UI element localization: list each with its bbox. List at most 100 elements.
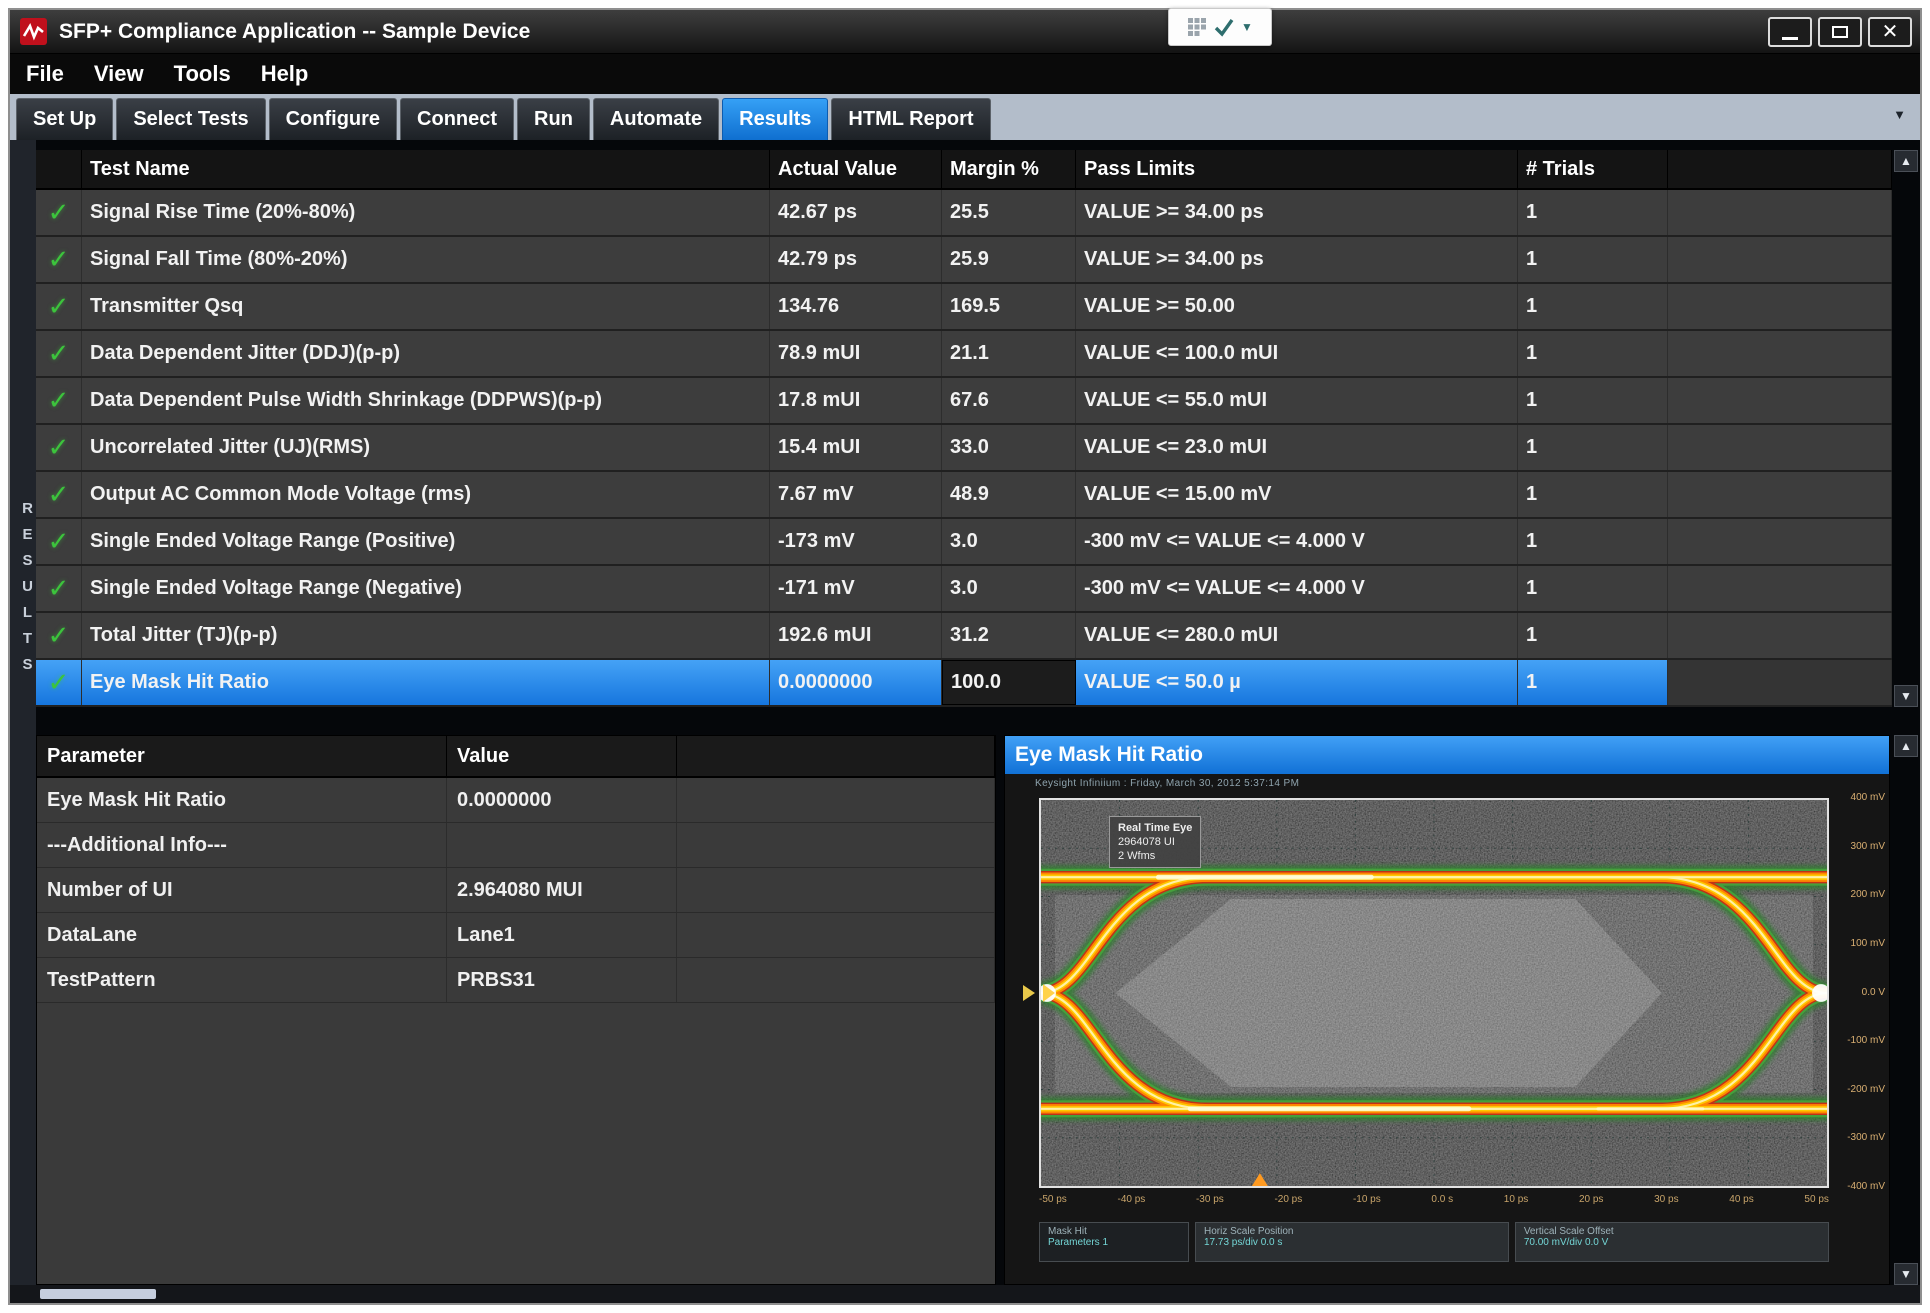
tab[interactable]: Connect xyxy=(400,98,514,140)
menu-item[interactable]: File xyxy=(26,61,64,87)
actual-value-cell: 7.67 mV xyxy=(770,472,942,517)
test-result-row[interactable]: ✓ Uncorrelated Jitter (UJ)(RMS) 15.4 mUI… xyxy=(36,425,1892,472)
test-result-row[interactable]: ✓ Total Jitter (TJ)(p-p) 192.6 mUI 31.2 … xyxy=(36,613,1892,660)
horizontal-scrollbar[interactable] xyxy=(10,1285,1920,1303)
time-axis-label: -20 ps xyxy=(1274,1194,1302,1205)
app-icon xyxy=(20,18,47,45)
pass-check-icon: ✓ xyxy=(36,425,82,470)
voltage-axis-label: 100 mV xyxy=(1851,938,1885,949)
pass-check-icon: ✓ xyxy=(36,660,82,705)
main-area: RESULTS Test Name Actual Value Margin % … xyxy=(10,140,1920,1303)
trials-cell: 1 xyxy=(1518,284,1668,329)
scroll-down-icon[interactable]: ▼ xyxy=(1894,685,1918,707)
parameter-value-cell: 0.0000000 xyxy=(447,778,677,822)
maximize-button[interactable] xyxy=(1818,17,1862,47)
horizontal-scrollbar-thumb[interactable] xyxy=(40,1289,156,1299)
scroll-up-icon[interactable]: ▲ xyxy=(1894,150,1918,172)
pass-limits-cell: -300 mV <= VALUE <= 4.000 V xyxy=(1076,519,1518,564)
parameter-value-cell: PRBS31 xyxy=(447,958,677,1002)
pass-limits-cell: VALUE <= 100.0 mUI xyxy=(1076,331,1518,376)
tab[interactable]: Configure xyxy=(269,98,397,140)
scope-status-item: Horiz Scale Position 17.73 ps/div 0.0 s xyxy=(1195,1222,1509,1262)
row-filler-cell xyxy=(1668,190,1892,235)
close-button[interactable]: ✕ xyxy=(1868,17,1912,47)
tab[interactable]: Select Tests xyxy=(116,98,265,140)
trials-cell: 1 xyxy=(1518,378,1668,423)
trials-cell: 1 xyxy=(1518,190,1668,235)
voltage-axis-label: -400 mV xyxy=(1847,1181,1885,1192)
menu-item[interactable]: Help xyxy=(261,61,309,87)
test-result-row[interactable]: ✓ Data Dependent Jitter (DDJ)(p-p) 78.9 … xyxy=(36,331,1892,378)
parameter-name-cell: TestPattern xyxy=(37,958,447,1002)
row-filler-cell xyxy=(1668,566,1892,611)
tab[interactable]: Set Up xyxy=(16,98,113,140)
test-name-cell: Transmitter Qsq xyxy=(82,284,770,329)
row-filler-cell xyxy=(1668,331,1892,376)
test-name-cell: Single Ended Voltage Range (Positive) xyxy=(82,519,770,564)
minimize-icon xyxy=(1782,37,1798,40)
voltage-axis-label: -100 mV xyxy=(1847,1035,1885,1046)
scroll-up-icon[interactable]: ▲ xyxy=(1894,735,1918,757)
test-result-row[interactable]: ✓ Signal Rise Time (20%-80%) 42.67 ps 25… xyxy=(36,190,1892,237)
detail-panel: Eye Mask Hit Ratio Keysight Infiniium : … xyxy=(1004,735,1890,1285)
trials-cell: 1 xyxy=(1518,331,1668,376)
menu-item[interactable]: View xyxy=(94,61,144,87)
maximize-icon xyxy=(1832,26,1848,38)
tab[interactable]: Automate xyxy=(593,98,719,140)
test-result-row[interactable]: ✓ Single Ended Voltage Range (Positive) … xyxy=(36,519,1892,566)
voltage-axis-label: -200 mV xyxy=(1847,1084,1885,1095)
menu-item[interactable]: Tools xyxy=(174,61,231,87)
row-filler-cell xyxy=(1668,613,1892,658)
test-result-row[interactable]: ✓ Single Ended Voltage Range (Negative) … xyxy=(36,566,1892,613)
minimize-button[interactable] xyxy=(1768,17,1812,47)
tab[interactable]: Results xyxy=(722,98,828,140)
parameter-row[interactable]: Eye Mask Hit Ratio 0.0000000 xyxy=(37,778,995,823)
menu-bar: File View Tools Help xyxy=(10,54,1920,94)
time-axis-labels: -50 ps -40 ps -30 ps -20 ps -10 ps 0.0 s… xyxy=(1039,1194,1829,1205)
tab[interactable]: HTML Report xyxy=(831,98,990,140)
column-header-actual-value: Actual Value xyxy=(770,150,942,188)
status-column-header xyxy=(36,150,82,188)
time-axis-label: 40 ps xyxy=(1729,1194,1753,1205)
margin-cell: 48.9 xyxy=(942,472,1076,517)
margin-cell: 100.0 xyxy=(942,660,1076,705)
test-result-row[interactable]: ✓ Output AC Common Mode Voltage (rms) 7.… xyxy=(36,472,1892,519)
row-filler-cell xyxy=(1668,284,1892,329)
test-result-row[interactable]: ✓ Transmitter Qsq 134.76 169.5 VALUE >= … xyxy=(36,284,1892,331)
parameter-row[interactable]: ---Additional Info--- xyxy=(37,823,995,868)
scope-timestamp: Keysight Infiniium : Friday, March 30, 2… xyxy=(1035,778,1299,789)
parameter-filler-cell xyxy=(677,778,995,822)
scroll-down-icon[interactable]: ▼ xyxy=(1894,1263,1918,1285)
time-axis-label: 0.0 s xyxy=(1431,1194,1453,1205)
window-title: SFP+ Compliance Application -- Sample De… xyxy=(59,20,530,44)
test-result-row[interactable]: ✓ Eye Mask Hit Ratio 0.0000000 100.0 VAL… xyxy=(36,660,1892,707)
tab-overflow-chevron[interactable]: ▼ xyxy=(1893,107,1906,122)
scope-status-item: Vertical Scale Offset 70.00 mV/div 0.0 V xyxy=(1515,1222,1829,1262)
test-name-cell: Eye Mask Hit Ratio xyxy=(82,660,770,705)
capture-toolbar[interactable]: ▼ xyxy=(1168,8,1272,46)
pass-check-icon: ✓ xyxy=(36,237,82,282)
detail-scrollbar[interactable]: ▲ ▼ xyxy=(1892,735,1920,1285)
test-result-row[interactable]: ✓ Signal Fall Time (80%-20%) 42.79 ps 25… xyxy=(36,237,1892,284)
parameter-row[interactable]: TestPattern PRBS31 xyxy=(37,958,995,1003)
margin-cell: 3.0 xyxy=(942,566,1076,611)
parameter-row[interactable]: DataLane Lane1 xyxy=(37,913,995,958)
row-filler-cell xyxy=(1668,378,1892,423)
tab-bar: Set Up Select Tests Configure Connect Ru… xyxy=(10,94,1920,140)
test-result-row[interactable]: ✓ Data Dependent Pulse Width Shrinkage (… xyxy=(36,378,1892,425)
test-name-cell: Single Ended Voltage Range (Negative) xyxy=(82,566,770,611)
parameter-row[interactable]: Number of UI 2.964080 MUI xyxy=(37,868,995,913)
tab[interactable]: Run xyxy=(517,98,590,140)
results-scrollbar[interactable]: ▲ ▼ xyxy=(1892,150,1920,707)
time-axis-label: -10 ps xyxy=(1353,1194,1381,1205)
title-bar[interactable]: SFP+ Compliance Application -- Sample De… xyxy=(10,10,1920,54)
pass-check-icon: ✓ xyxy=(36,331,82,376)
test-name-cell: Data Dependent Jitter (DDJ)(p-p) xyxy=(82,331,770,376)
scope-screenshot: Keysight Infiniium : Friday, March 30, 2… xyxy=(1005,774,1889,1284)
actual-value-cell: 42.67 ps xyxy=(770,190,942,235)
trials-cell: 1 xyxy=(1518,237,1668,282)
pass-limits-cell: VALUE >= 50.00 xyxy=(1076,284,1518,329)
actual-value-cell: 15.4 mUI xyxy=(770,425,942,470)
trials-cell: 1 xyxy=(1518,519,1668,564)
parameter-panel: Parameter Value Eye Mask Hit Ratio 0.000… xyxy=(36,735,996,1285)
